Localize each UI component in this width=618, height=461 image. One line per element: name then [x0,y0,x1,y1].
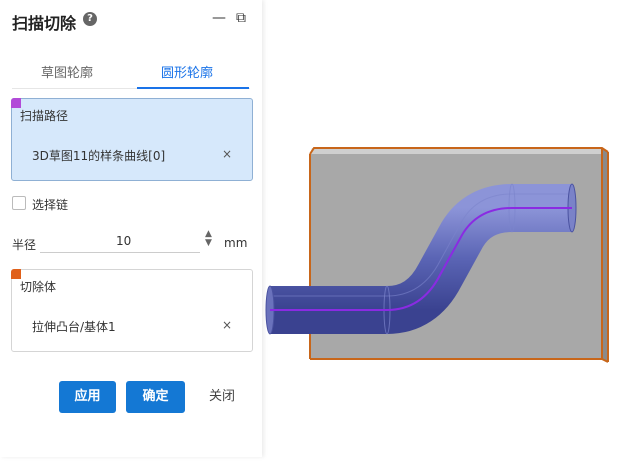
apply-button[interactable]: 应用 [59,381,116,413]
cut-body-selector[interactable]: 切除体 拉伸凸台/基体1 × [11,269,253,352]
active-tab-indicator [137,87,249,89]
radius-label: 半径 [12,238,37,252]
close-button[interactable]: 关闭 [200,381,244,413]
help-icon[interactable]: ? [83,12,97,26]
radius-value: 10 [116,234,132,248]
cut-body-item[interactable]: 拉伸凸台/基体1 [32,318,116,335]
panel-title: 扫描切除 [12,14,77,33]
decrement-icon[interactable]: ▼ [205,239,212,248]
minimize-button[interactable]: — [212,10,226,26]
select-chain-checkbox[interactable] [12,196,26,210]
remove-body-icon[interactable]: × [222,318,232,332]
sweep-path-label: 扫描路径 [20,109,69,123]
sweep-cut-panel: 扫描切除 ? — ⧉ 草图轮廓 圆形轮廓 扫描路径 3D草图11的样条曲线[0]… [0,0,262,457]
profile-tabs: 草图轮廓 圆形轮廓 [12,58,250,88]
tab-circle-profile[interactable]: 圆形轮廓 [132,62,242,81]
sweep-path-item[interactable]: 3D草图11的样条曲线[0] [32,147,165,164]
ok-button[interactable]: 确定 [126,381,185,413]
tab-sketch-profile[interactable]: 草图轮廓 [12,62,122,81]
radius-stepper[interactable]: ▲ ▼ [205,230,212,248]
3d-viewport[interactable] [262,0,618,457]
cut-body-label: 切除体 [20,280,57,294]
model-view [265,147,609,363]
sweep-path-selector[interactable]: 扫描路径 3D草图11的样条曲线[0] × [11,98,253,181]
restore-button[interactable]: ⧉ [236,10,246,26]
radius-input[interactable]: 10 [40,232,200,253]
remove-path-icon[interactable]: × [222,147,232,161]
select-chain-label: 选择链 [32,198,69,212]
radius-unit: mm [224,236,248,250]
